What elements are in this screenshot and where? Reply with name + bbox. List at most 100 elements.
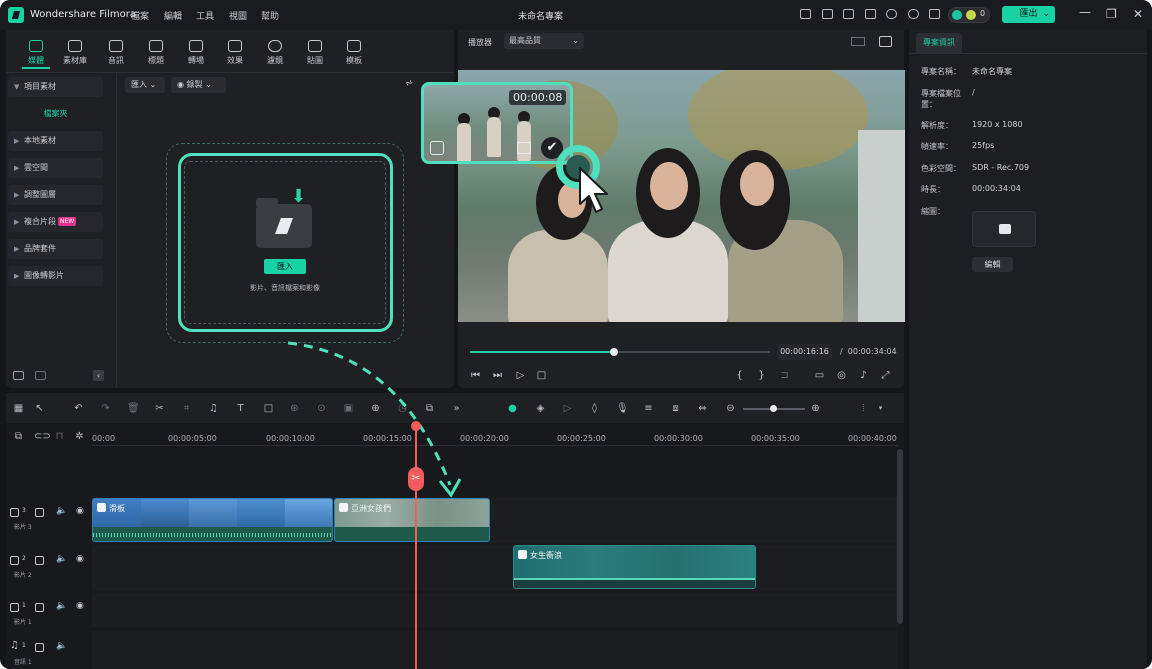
record-dropdown[interactable]: ◉ 錄製 ⌄ [171, 77, 226, 93]
menu-edit[interactable]: 編輯 [164, 9, 182, 22]
grid-view-icon[interactable] [851, 37, 865, 46]
tab-titles[interactable]: 標題 [138, 40, 174, 66]
playhead-line[interactable] [415, 427, 417, 669]
display-icon[interactable]: ▭ [814, 370, 825, 381]
eye-icon[interactable]: ◉ [76, 601, 84, 611]
audio-stretch-icon[interactable]: ♫ [208, 403, 219, 414]
current-time[interactable]: 00:00:16:16 [777, 344, 832, 360]
next-frame-icon[interactable]: ⏭ [492, 370, 503, 381]
menu-file[interactable]: 檔案 [131, 9, 149, 22]
layout-grid-icon[interactable]: ▦ [13, 403, 24, 414]
ai-copilot-icon[interactable]: ● [507, 403, 518, 414]
speaker-icon[interactable]: 🔈 [56, 554, 67, 564]
quality-dropdown[interactable]: 最高品質 ⌄ [504, 33, 584, 49]
lock-icon[interactable] [35, 643, 44, 652]
tab-stock[interactable]: 素材庫 [57, 40, 93, 66]
tab-media[interactable]: 媒體 [18, 40, 54, 66]
undo-icon[interactable]: ↶ [73, 403, 84, 414]
speaker-icon[interactable]: 🔈 [56, 506, 67, 516]
edit-thumbnail-button[interactable]: 編輯 [972, 257, 1013, 272]
play-icon[interactable]: ▷ [515, 370, 526, 381]
layout-icon[interactable] [843, 9, 854, 19]
menu-help[interactable]: 幫助 [261, 9, 279, 22]
zoom-slider-handle[interactable] [770, 405, 777, 412]
cloud-icon[interactable] [886, 9, 897, 19]
keyframe-icon[interactable]: ◈ [535, 403, 546, 414]
link-icon[interactable]: ⊂⊃ [34, 431, 51, 442]
lock-icon[interactable] [35, 508, 44, 517]
scope-icon[interactable] [879, 36, 892, 47]
track-layout-icon[interactable]: ⦙ [858, 403, 869, 414]
eye-icon[interactable]: ◉ [76, 554, 84, 564]
sidebar-item-project-media[interactable]: ▼ 項目素材 [8, 77, 103, 97]
add-track-icon[interactable]: ⧉ [13, 431, 24, 442]
split-scissors-icon[interactable]: ✂ [408, 467, 424, 491]
folder-icon[interactable] [35, 371, 46, 380]
insert-icon[interactable]: ⊐ [779, 370, 790, 381]
credits-pill[interactable]: 0 [948, 7, 990, 23]
text-tool-icon[interactable]: T [235, 403, 246, 414]
lock-icon[interactable] [35, 603, 44, 612]
eye-icon[interactable]: ◉ [76, 506, 84, 516]
menu-view[interactable]: 視圖 [229, 9, 247, 22]
voiceover-icon[interactable]: ≡ [643, 403, 654, 414]
collapse-sidebar-icon[interactable]: ‹ [93, 370, 104, 381]
delete-icon[interactable]: 🗑 [127, 403, 140, 414]
select-tool-icon[interactable]: ↖ [34, 403, 45, 414]
prev-frame-icon[interactable]: ⏮ [470, 370, 481, 381]
sidebar-item-compound[interactable]: ▶ 複合片段 NEW [8, 212, 103, 232]
zoom-out-icon[interactable]: ⊖ [725, 403, 736, 414]
mark-out-icon[interactable]: } [756, 370, 767, 381]
fit-timeline-icon[interactable]: ⇔ [697, 403, 708, 414]
minimize-icon[interactable]: — [1079, 5, 1091, 19]
crop-icon[interactable]: ⌗ [181, 403, 192, 414]
snapshot-icon[interactable]: ◎ [836, 370, 847, 381]
export-button[interactable]: 匯出 ⌄ [1002, 6, 1055, 23]
feedback-icon[interactable] [822, 9, 833, 19]
stop-icon[interactable]: □ [536, 370, 547, 381]
tab-transitions[interactable]: 轉場 [178, 40, 214, 66]
render-icon[interactable]: ▷ [562, 403, 573, 414]
close-icon[interactable]: ✕ [1133, 7, 1143, 21]
tab-effects[interactable]: 效果 [217, 40, 253, 66]
clip-girl-surfing[interactable]: 女生衝浪 [513, 545, 756, 589]
redo-icon[interactable]: ↷ [100, 403, 111, 414]
maximize-icon[interactable]: ❐ [1106, 7, 1117, 21]
send-icon[interactable] [800, 9, 811, 19]
fullscreen-icon[interactable]: ⤢ [880, 370, 891, 381]
chevron-down-icon[interactable]: ▾ [875, 403, 886, 414]
speaker-icon[interactable]: 🔈 [56, 641, 67, 651]
new-folder-icon[interactable] [13, 371, 24, 380]
shield-icon[interactable]: ◊ [589, 403, 600, 414]
support-icon[interactable] [908, 9, 919, 19]
zoom-in-icon[interactable]: ⊕ [810, 403, 821, 414]
import-dropdown[interactable]: 匯入 ⌄ [125, 77, 165, 93]
microphone-icon[interactable]: 🎙 [616, 403, 629, 414]
save-icon[interactable] [865, 9, 876, 19]
apps-grid-icon[interactable] [929, 9, 940, 19]
playhead-handle[interactable] [411, 421, 421, 431]
timeline-vertical-scrollbar[interactable] [897, 449, 903, 624]
auto-ripple-icon[interactable]: ✲ [74, 431, 85, 442]
sidebar-item-local[interactable]: ▶ 本地素材 [8, 131, 103, 151]
speaker-icon[interactable]: 🔈 [56, 601, 67, 611]
mark-in-icon[interactable]: { [734, 370, 745, 381]
volume-icon[interactable]: ♪ [858, 370, 869, 381]
tab-audio[interactable]: 音訊 [98, 40, 134, 66]
sidebar-item-cloud[interactable]: ▶ 雲空間 [8, 158, 103, 178]
progress-handle[interactable] [610, 348, 618, 356]
cut-icon[interactable]: ✂ [154, 403, 165, 414]
thumbnail-box[interactable] [972, 211, 1036, 247]
magnet-icon[interactable]: ⊓ [54, 431, 65, 442]
tab-filters[interactable]: 濾鏡 [257, 40, 293, 66]
import-button[interactable]: 匯入 [264, 259, 306, 274]
sidebar-item-folder[interactable]: 檔案夾 [8, 104, 103, 124]
shape-icon[interactable]: □ [263, 403, 274, 414]
sidebar-item-adjustment[interactable]: ▶ 調整圖層 [8, 185, 103, 205]
filter-sort-icon[interactable]: ⩫ [405, 78, 413, 89]
lock-icon[interactable] [35, 556, 44, 565]
sidebar-item-image-to-video[interactable]: ▶ 圖像轉影片 [8, 266, 103, 286]
menu-tools[interactable]: 工具 [196, 9, 214, 22]
tab-templates[interactable]: 模板 [336, 40, 372, 66]
sidebar-item-brand-kit[interactable]: ▶ 品牌套件 [8, 239, 103, 259]
